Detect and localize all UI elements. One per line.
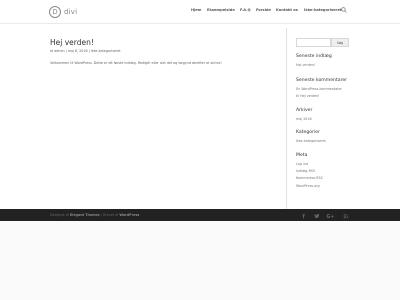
post-meta: af admin | maj 6, 2016 | Ikke-kategorise… [50,49,121,53]
recent-posts-heading: Seneste indlæg [296,54,332,59]
search-icon[interactable] [341,7,347,13]
svg-text:G+: G+ [326,214,334,219]
page-background [0,221,400,300]
meta-comments-rss-link[interactable]: Kommentar-RSS [296,176,323,180]
nav-item-eksempelside[interactable]: Eksempelside [207,8,235,12]
nav-item-hjem[interactable]: Hjem [191,8,201,12]
rss-icon[interactable] [342,213,350,219]
sidebar-search-button[interactable]: Søg [331,38,349,47]
post-title[interactable]: Hej verden! [50,38,94,47]
categories-heading: Kategorier [296,130,320,135]
archives-heading: Arkiver [296,108,313,113]
twitter-icon[interactable] [313,213,321,219]
footer-credits: Designet af Elegant Themes | Drevet af W… [50,213,139,217]
site-header: D divi Hjem Eksempelside F.A.Q Forside K… [0,0,400,23]
footer-platform-link[interactable]: WordPress [119,213,139,217]
footer-designed-by: Designet af [50,213,69,217]
nav-item-forside[interactable]: Forside [256,8,271,12]
main-nav: Hjem Eksempelside F.A.Q Forside Kontakt … [0,8,400,16]
facebook-icon[interactable] [300,213,308,219]
recent-comments-heading: Seneste kommentarer [296,78,348,83]
sidebar-divider [286,28,287,209]
nav-item-ikke-kategoriseret[interactable]: Ikke-kategoriseret [304,8,341,12]
archive-link[interactable]: maj 2016 [296,117,312,121]
meta-posts-rss-link[interactable]: Indlæg-RSS [296,169,315,173]
recent-comment-post[interactable]: til Hej verden! [296,94,319,98]
post-excerpt: Velkommen til WordPress. Dette er dit fø… [50,61,222,65]
meta-heading: Meta [296,153,308,158]
footer-powered-by: | Drevet af [100,213,119,217]
recent-post-link[interactable]: Hej verden! [296,63,315,67]
nav-item-faq[interactable]: F.A.Q [240,8,251,12]
footer-theme-author-link[interactable]: Elegant Themes [70,213,100,217]
meta-login-link[interactable]: Log ind [296,162,308,166]
google-plus-icon[interactable]: G+ [326,213,334,219]
sidebar-search-input[interactable] [296,38,331,47]
recent-comment-author[interactable]: En WordPress-kommentator [296,87,342,91]
nav-item-kontakt[interactable]: Kontakt os [276,8,298,12]
meta-wordpress-link[interactable]: WordPress.org [296,184,320,188]
category-link[interactable]: Ikke-kategoriseret [296,139,326,143]
